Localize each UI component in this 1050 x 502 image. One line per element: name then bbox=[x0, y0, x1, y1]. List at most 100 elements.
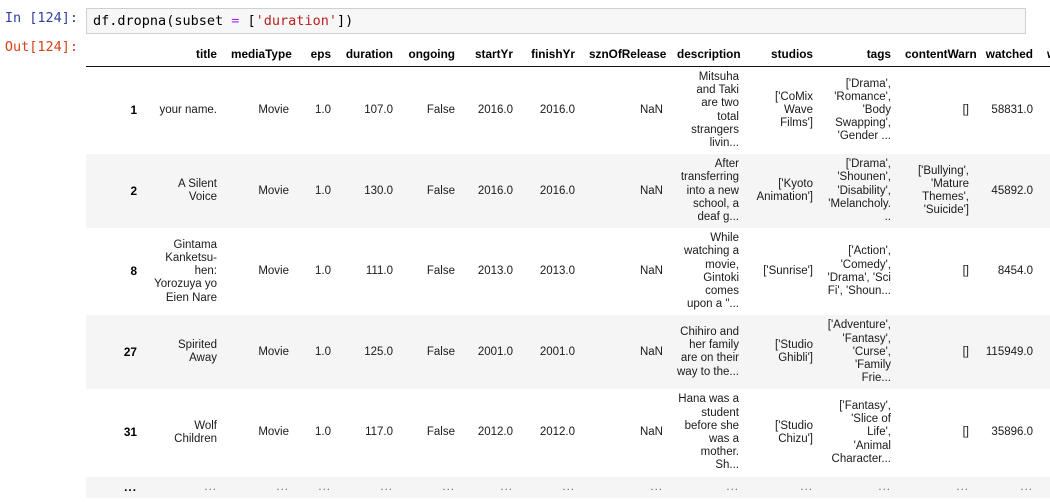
cell-title: Mahou Shoujo Liese Prettia bbox=[144, 498, 224, 502]
cell-startYr: 2018.0 bbox=[462, 498, 520, 502]
cell-ongoing: False bbox=[400, 389, 462, 476]
cell-tags: ['Drama', 'Romance', 'Body Swapping', 'G… bbox=[820, 67, 898, 155]
cell-eps: 1.0 bbox=[296, 154, 338, 228]
column-header-tags: tags bbox=[820, 44, 898, 67]
cell-ongoing: True bbox=[400, 498, 462, 502]
row-index: 27 bbox=[86, 315, 144, 389]
cell-tags: ['Action', 'Comedy', 'Drama', 'Sci Fi', … bbox=[820, 228, 898, 315]
cell-sznOfRelease: NaN bbox=[582, 389, 670, 476]
cell-contentWarn: ... bbox=[898, 477, 976, 498]
cell-sznOfRelease: NaN bbox=[582, 498, 670, 502]
code-token-close-paren: ) bbox=[345, 13, 353, 29]
cell-title: ... bbox=[144, 477, 224, 498]
column-header-sznOfRelease: sznOfRelease bbox=[582, 44, 670, 67]
cell-studios: ['Kyoto Animation'] bbox=[746, 154, 820, 228]
column-header-description: description bbox=[670, 44, 746, 67]
cell-watching: 538 bbox=[1040, 389, 1050, 476]
code-input-area[interactable]: df.dropna(subset = ['duration']) bbox=[86, 8, 1050, 34]
cell-finishYr: 2016.0 bbox=[520, 154, 582, 228]
table-row: 27 Spirited Away Movie 1.0 125.0 False 2… bbox=[86, 315, 1050, 389]
cell-startYr: 2001.0 bbox=[462, 315, 520, 389]
table-row: 14566 Mahou Shoujo Liese Prettia Web 1.0… bbox=[86, 498, 1050, 502]
code-editor[interactable]: df.dropna(subset = ['duration']) bbox=[86, 8, 1026, 34]
code-token-kwarg: subset bbox=[174, 13, 223, 29]
cell-description: Hana was a student before she was a moth… bbox=[670, 389, 746, 476]
cell-finishYr: NaN bbox=[520, 498, 582, 502]
row-index: 8 bbox=[86, 228, 144, 315]
cell-duration: 107.0 bbox=[338, 67, 400, 155]
cell-finishYr: 2016.0 bbox=[520, 67, 582, 155]
cell-duration: 2.0 bbox=[338, 498, 400, 502]
column-header-finishYr: finishYr bbox=[520, 44, 582, 67]
dataframe-header: title mediaType eps duration ongoing sta… bbox=[86, 44, 1050, 67]
cell-watched: 8454.0 bbox=[976, 228, 1040, 315]
table-row: 2 A Silent Voice Movie 1.0 130.0 False 2… bbox=[86, 154, 1050, 228]
cell-contentWarn: [] bbox=[898, 315, 976, 389]
column-header-index bbox=[86, 44, 144, 67]
code-token-string: 'duration' bbox=[256, 13, 337, 29]
cell-watched: 115949.0 bbox=[976, 315, 1040, 389]
header-row: title mediaType eps duration ongoing sta… bbox=[86, 44, 1050, 67]
cell-mediaType: Web bbox=[224, 498, 296, 502]
cell-title: Gintama Kanketsu-hen: Yorozuya yo Eien N… bbox=[144, 228, 224, 315]
cell-duration: 117.0 bbox=[338, 389, 400, 476]
cell-title: Wolf Children bbox=[144, 389, 224, 476]
row-index: ... bbox=[86, 477, 144, 498]
dataframe-scroll-container[interactable]: title mediaType eps duration ongoing sta… bbox=[86, 44, 1050, 502]
cell-mediaType: Movie bbox=[224, 154, 296, 228]
cell-watching: 280 bbox=[1040, 228, 1050, 315]
cell-studios: ['Studio Chizu'] bbox=[746, 389, 820, 476]
cell-duration: 130.0 bbox=[338, 154, 400, 228]
column-header-startYr: startYr bbox=[462, 44, 520, 67]
table-row: 8 Gintama Kanketsu-hen: Yorozuya yo Eien… bbox=[86, 228, 1050, 315]
column-header-duration: duration bbox=[338, 44, 400, 67]
cell-contentWarn: [] bbox=[898, 228, 976, 315]
cell-description: Chihiro and her family are on their way … bbox=[670, 315, 746, 389]
cell-watched: ... bbox=[976, 477, 1040, 498]
cell-sznOfRelease: NaN bbox=[582, 315, 670, 389]
row-index: 31 bbox=[86, 389, 144, 476]
cell-startYr: 2016.0 bbox=[462, 154, 520, 228]
cell-studios: [] bbox=[746, 498, 820, 502]
notebook-output-area: In [124]: df.dropna(subset = ['duration'… bbox=[0, 0, 1050, 502]
cell-mediaType: Movie bbox=[224, 67, 296, 155]
cell-mediaType: ... bbox=[224, 477, 296, 498]
cell-description: ... bbox=[670, 477, 746, 498]
table-row-ellipsis: ... ... ... ... ... ... ... ... ... ... … bbox=[86, 477, 1050, 498]
cell-finishYr: 2012.0 bbox=[520, 389, 582, 476]
cell-eps: 1.0 bbox=[296, 228, 338, 315]
input-cell: In [124]: df.dropna(subset = ['duration'… bbox=[0, 0, 1050, 34]
code-token-operator: = bbox=[231, 13, 239, 29]
cell-tags: ['Fantasy', 'Magical Girl', 'Commercials… bbox=[820, 498, 898, 502]
column-header-eps: eps bbox=[296, 44, 338, 67]
row-index: 1 bbox=[86, 67, 144, 155]
cell-watching: 946 bbox=[1040, 154, 1050, 228]
cell-startYr: ... bbox=[462, 477, 520, 498]
dataframe-table: title mediaType eps duration ongoing sta… bbox=[86, 44, 1050, 502]
cell-studios: ... bbox=[746, 477, 820, 498]
cell-finishYr: ... bbox=[520, 477, 582, 498]
column-header-ongoing: ongoing bbox=[400, 44, 462, 67]
cell-watched: 45892.0 bbox=[976, 154, 1040, 228]
cell-studios: ['CoMix Wave Films'] bbox=[746, 67, 820, 155]
cell-watched: NaN bbox=[976, 498, 1040, 502]
code-token-method: dropna bbox=[117, 13, 166, 29]
cell-contentWarn: [] bbox=[898, 67, 976, 155]
cell-ongoing: False bbox=[400, 67, 462, 155]
cell-eps: ... bbox=[296, 477, 338, 498]
cell-duration: 125.0 bbox=[338, 315, 400, 389]
cell-finishYr: 2013.0 bbox=[520, 228, 582, 315]
code-token-list-open: [ bbox=[248, 13, 256, 29]
cell-description: While watching a movie, Gintoki comes up… bbox=[670, 228, 746, 315]
cell-sznOfRelease: ... bbox=[582, 477, 670, 498]
cell-mediaType: Movie bbox=[224, 315, 296, 389]
cell-sznOfRelease: NaN bbox=[582, 154, 670, 228]
cell-startYr: 2012.0 bbox=[462, 389, 520, 476]
table-row: 31 Wolf Children Movie 1.0 117.0 False 2… bbox=[86, 389, 1050, 476]
input-prompt-label: In [124]: bbox=[0, 8, 86, 28]
dataframe-body: 1 your name. Movie 1.0 107.0 False 2016.… bbox=[86, 67, 1050, 502]
cell-title: Spirited Away bbox=[144, 315, 224, 389]
cell-startYr: 2013.0 bbox=[462, 228, 520, 315]
cell-watching: 589 bbox=[1040, 315, 1050, 389]
cell-ongoing: False bbox=[400, 228, 462, 315]
